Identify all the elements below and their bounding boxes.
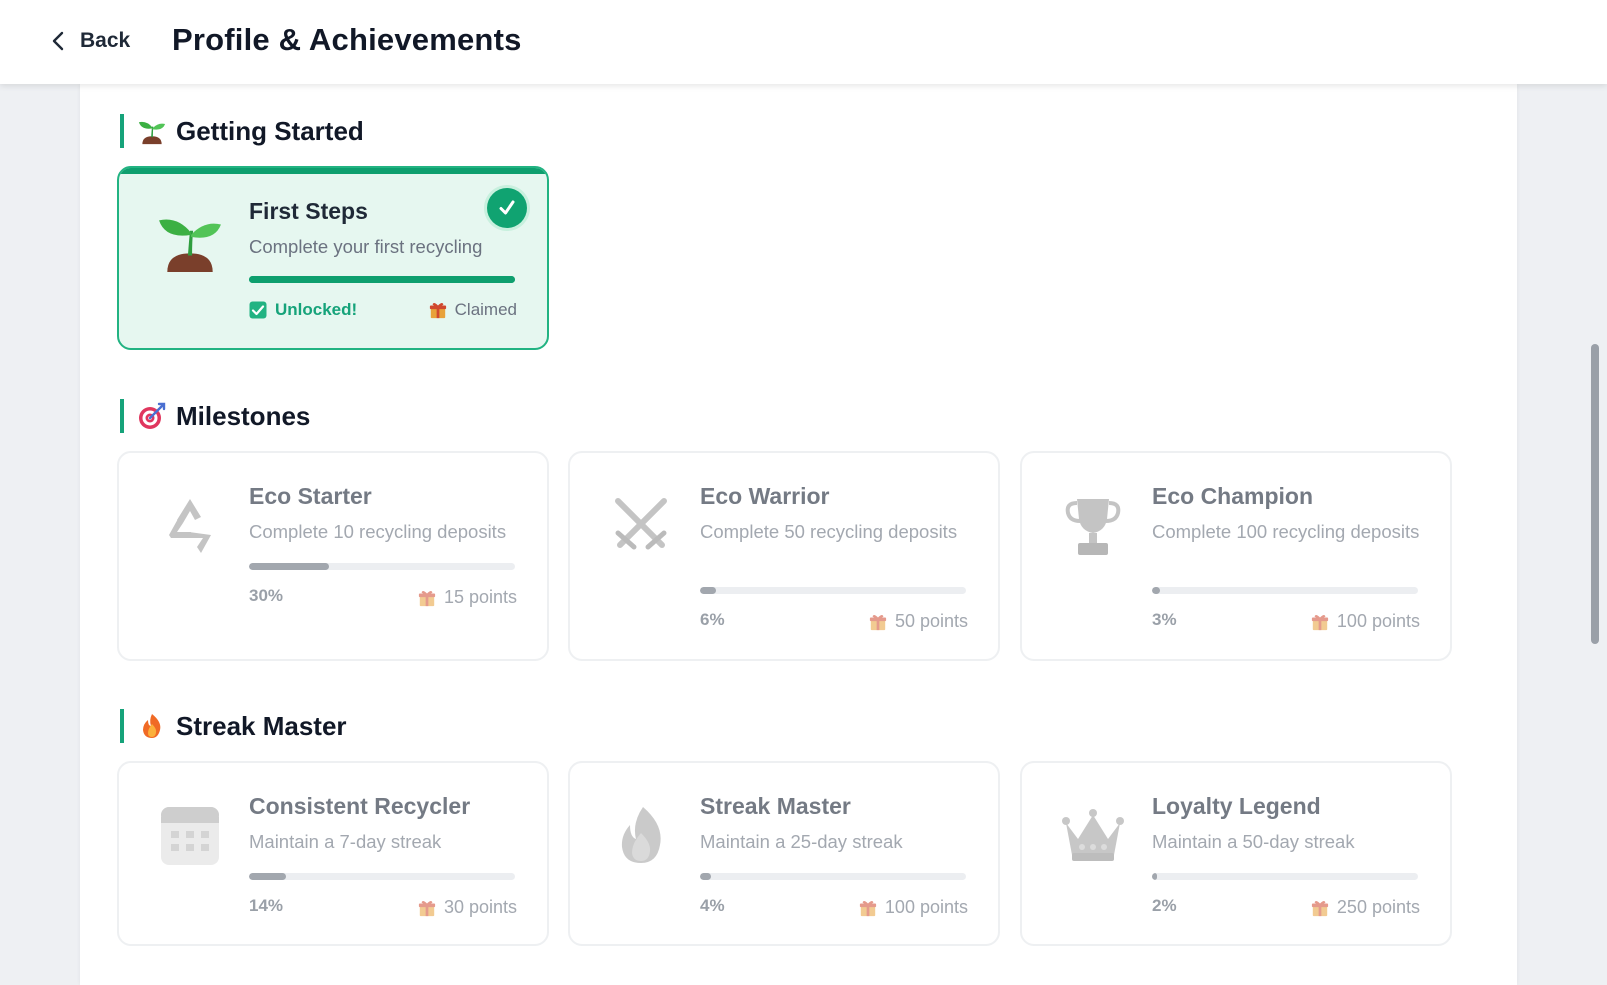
- section-header-getting-started: Getting Started: [120, 114, 364, 148]
- page-title: Profile & Achievements: [172, 22, 522, 57]
- achievement-card-eco-warrior[interactable]: Eco Warrior Complete 50 recycling deposi…: [568, 451, 1000, 661]
- achievement-title: Streak Master: [700, 793, 851, 819]
- checkbox-icon: [249, 301, 267, 319]
- unlocked-label: Unlocked!: [275, 300, 358, 319]
- reward-label: 100 points: [884, 897, 968, 917]
- achievement-card-consistent-recycler[interactable]: Consistent Recycler Maintain a 7-day str…: [117, 761, 549, 946]
- back-button[interactable]: Back: [50, 26, 130, 56]
- claimed-label: Claimed: [454, 300, 517, 319]
- achievement-card-eco-starter[interactable]: Eco Starter Complete 10 recycling deposi…: [117, 451, 549, 661]
- progress-percent: 3%: [1152, 610, 1177, 629]
- achievement-title: Eco Warrior: [700, 483, 830, 509]
- achievement-description: Complete 50 recycling deposits: [700, 521, 958, 542]
- reward-label: 30 points: [443, 897, 517, 917]
- gift-icon: [869, 613, 887, 631]
- achievement-description: Maintain a 7-day streak: [249, 831, 442, 852]
- progress-bar: [1152, 587, 1418, 594]
- chevron-left-icon: [50, 30, 66, 52]
- flame-icon: [608, 803, 674, 869]
- section-header-streak-master: Streak Master: [120, 709, 347, 743]
- achievement-card-first-steps[interactable]: First Steps Complete your first recyclin…: [117, 166, 549, 350]
- progress-percent: 2%: [1152, 896, 1177, 915]
- gift-icon: [429, 301, 447, 319]
- reward-points: 100 points: [859, 897, 968, 918]
- achievement-description: Maintain a 50-day streak: [1152, 831, 1355, 852]
- achievement-description: Maintain a 25-day streak: [700, 831, 903, 852]
- reward-points: 50 points: [869, 611, 968, 632]
- top-bar: Back Profile & Achievements: [0, 0, 1607, 84]
- target-icon: [138, 402, 166, 430]
- crown-icon: [1060, 803, 1126, 869]
- fire-icon: [138, 712, 166, 740]
- section-title: Milestones: [176, 400, 311, 431]
- progress-percent: 6%: [700, 610, 725, 629]
- achievement-title: Eco Starter: [249, 483, 372, 509]
- achievement-title: Loyalty Legend: [1152, 793, 1321, 819]
- seedling-icon: [157, 208, 223, 274]
- achievement-description: Complete your first recycling: [249, 236, 483, 257]
- recycle-icon: [157, 493, 223, 559]
- achievement-title: First Steps: [249, 198, 368, 224]
- trophy-icon: [1060, 493, 1126, 559]
- section-title: Getting Started: [176, 115, 364, 146]
- progress-bar: [249, 276, 515, 283]
- achievement-card-eco-champion[interactable]: Eco Champion Complete 100 recycling depo…: [1020, 451, 1452, 661]
- achievement-description: Complete 10 recycling deposits: [249, 521, 507, 542]
- achievement-title: Eco Champion: [1152, 483, 1314, 509]
- checkmark-icon: [487, 188, 527, 228]
- scrollbar-thumb[interactable]: [1591, 344, 1599, 644]
- section-title: Streak Master: [176, 710, 347, 741]
- progress-bar: [700, 587, 966, 594]
- achievement-description: Complete 100 recycling deposits: [1152, 521, 1420, 542]
- progress-bar: [1152, 873, 1418, 880]
- reward-points: 250 points: [1311, 897, 1420, 918]
- progress-bar: [249, 873, 515, 880]
- progress-percent: 4%: [700, 896, 725, 915]
- gift-icon: [1311, 899, 1329, 917]
- reward-label: 15 points: [443, 587, 517, 607]
- progress-bar: [249, 563, 515, 570]
- crossed-swords-icon: [608, 493, 674, 559]
- section-header-milestones: Milestones: [120, 399, 310, 433]
- progress-bar: [700, 873, 966, 880]
- reward-label: 250 points: [1336, 897, 1420, 917]
- achievement-title: Consistent Recycler: [249, 793, 471, 819]
- back-label: Back: [80, 29, 131, 52]
- reward-points: 30 points: [418, 897, 517, 918]
- claimed-status: Claimed: [429, 300, 517, 320]
- progress-percent: 14%: [249, 896, 284, 915]
- reward-points: 100 points: [1311, 611, 1420, 632]
- achievements-panel: Getting Started First Steps Complete you…: [80, 84, 1517, 985]
- gift-icon: [418, 589, 436, 607]
- gift-icon: [418, 899, 436, 917]
- unlocked-status: Unlocked!: [249, 300, 357, 320]
- reward-label: 100 points: [1336, 611, 1420, 631]
- gift-icon: [859, 899, 877, 917]
- seedling-icon: [138, 117, 166, 145]
- reward-label: 50 points: [894, 611, 968, 631]
- achievement-card-loyalty-legend[interactable]: Loyalty Legend Maintain a 50-day streak …: [1020, 761, 1452, 946]
- reward-points: 15 points: [418, 587, 517, 608]
- calendar-icon: [157, 803, 223, 869]
- achievement-card-streak-master[interactable]: Streak Master Maintain a 25-day streak 4…: [568, 761, 1000, 946]
- gift-icon: [1311, 613, 1329, 631]
- progress-percent: 30%: [249, 586, 284, 605]
